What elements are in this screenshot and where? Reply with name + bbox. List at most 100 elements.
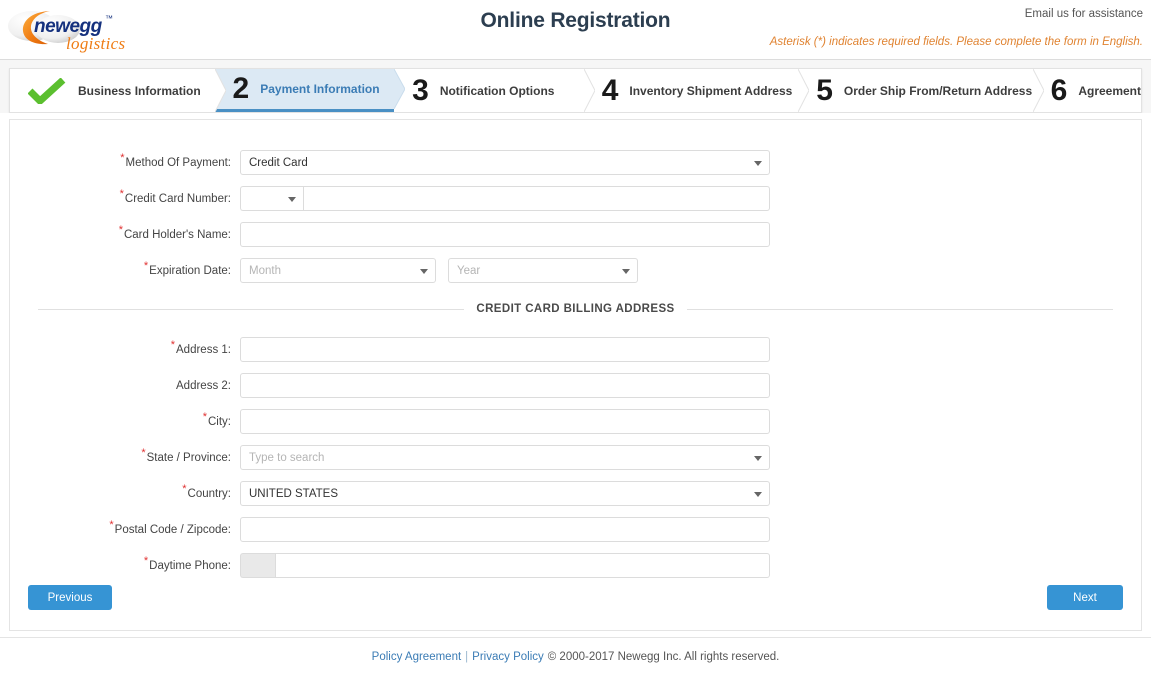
step-label-payment-information: Payment Information <box>260 82 380 96</box>
daytime-phone-group <box>240 553 770 578</box>
label-postal-code: *Postal Code / Zipcode: <box>10 519 240 536</box>
select-country[interactable]: UNITED STATES <box>240 481 770 506</box>
step-label-inventory-shipment-address: Inventory Shipment Address <box>629 83 793 98</box>
billing-address-section-title: CREDIT CARD BILLING ADDRESS <box>476 303 675 315</box>
label-text-method-of-payment: Method Of Payment: <box>125 156 231 169</box>
label-method-of-payment: *Method Of Payment: <box>10 152 240 169</box>
next-button[interactable]: Next <box>1047 585 1123 610</box>
label-address1: *Address 1: <box>10 339 240 356</box>
page-header: newegg ™ logistics Online Registration E… <box>0 0 1151 60</box>
label-credit-card-number: *Credit Card Number: <box>10 188 240 205</box>
step-number-3: 3 <box>412 73 429 107</box>
field-row-state-province: *State / Province: Type to search <box>10 445 1141 470</box>
field-row-method-of-payment: *Method Of Payment: Credit Card <box>10 150 1141 175</box>
step-label-business-information: Business Information <box>78 83 201 98</box>
step-business-information[interactable]: Business Information <box>10 69 226 112</box>
label-text-country: Country: <box>187 487 231 500</box>
placeholder-state-province: Type to search <box>249 451 325 464</box>
step-number-4: 4 <box>601 73 619 107</box>
field-row-credit-card-number: *Credit Card Number: <box>10 186 1141 211</box>
required-fields-note: Asterisk (*) indicates required fields. … <box>769 36 1143 48</box>
field-row-address1: *Address 1: <box>10 337 1141 362</box>
input-postal-code[interactable] <box>240 517 770 542</box>
chevron-down-icon <box>754 491 762 497</box>
page-title: Online Registration <box>480 9 671 32</box>
select-expiration-month[interactable]: Month <box>240 258 436 283</box>
input-card-holder-name[interactable] <box>240 222 770 247</box>
divider-line-right <box>686 308 1113 310</box>
input-address2[interactable] <box>240 373 770 398</box>
required-marker: * <box>143 259 149 272</box>
label-daytime-phone: *Daytime Phone: <box>10 555 240 572</box>
step-number-6: 6 <box>1050 73 1068 107</box>
label-city: *City: <box>10 411 240 428</box>
label-state-province: *State / Province: <box>10 447 240 464</box>
step-inventory-shipment-address[interactable]: 4 Inventory Shipment Address <box>583 69 810 112</box>
step-number-2: 2 <box>232 72 250 105</box>
select-credit-card-type[interactable] <box>240 186 303 211</box>
privacy-policy-link[interactable]: Privacy Policy <box>472 651 544 663</box>
stepper-container: Business Information 2 Payment Informati… <box>0 60 1151 113</box>
form-panel-container: *Method Of Payment: Credit Card *Credit … <box>0 113 1151 631</box>
input-daytime-phone[interactable] <box>275 553 770 578</box>
value-country: UNITED STATES <box>249 487 339 500</box>
label-text-address2: Address 2: <box>176 379 231 392</box>
select-method-of-payment[interactable]: Credit Card <box>240 150 770 175</box>
required-marker: * <box>170 338 176 351</box>
label-card-holder-name: *Card Holder's Name: <box>10 224 240 241</box>
value-method-of-payment: Credit Card <box>249 156 308 169</box>
label-expiration-date: *Expiration Date: <box>10 260 240 277</box>
input-address1[interactable] <box>240 337 770 362</box>
credit-card-number-group <box>240 186 770 211</box>
field-row-daytime-phone: *Daytime Phone: <box>10 553 1141 578</box>
label-text-postal-code: Postal Code / Zipcode: <box>114 523 231 536</box>
input-credit-card-number[interactable] <box>303 186 770 211</box>
svg-text:logistics: logistics <box>66 34 125 53</box>
field-row-country: *Country: UNITED STATES <box>10 481 1141 506</box>
email-assistance-link[interactable]: Email us for assistance <box>1025 8 1143 20</box>
required-marker: * <box>143 554 149 567</box>
required-marker: * <box>182 482 187 495</box>
chevron-down-icon <box>754 160 762 166</box>
previous-button[interactable]: Previous <box>28 585 112 610</box>
field-row-card-holder-name: *Card Holder's Name: <box>10 222 1141 247</box>
label-text-state-province: State / Province: <box>146 451 231 464</box>
label-text-credit-card-number: Credit Card Number: <box>124 192 231 205</box>
required-marker: * <box>141 446 146 459</box>
label-text-daytime-phone: Daytime Phone: <box>149 559 231 572</box>
registration-stepper: Business Information 2 Payment Informati… <box>9 68 1142 113</box>
daytime-phone-country-prefix[interactable] <box>240 553 275 578</box>
placeholder-expiration-month: Month <box>249 264 281 277</box>
payment-information-form: *Method Of Payment: Credit Card *Credit … <box>9 119 1142 631</box>
step-notification-options[interactable]: 3 Notification Options <box>394 69 595 112</box>
input-city[interactable] <box>240 409 770 434</box>
page-footer: Policy Agreement | Privacy Policy © 2000… <box>0 637 1151 675</box>
label-text-address1: Address 1: <box>176 343 231 356</box>
label-text-city: City: <box>208 415 231 428</box>
label-text-card-holder-name: Card Holder's Name: <box>123 228 231 241</box>
required-marker: * <box>119 187 124 200</box>
select-state-province[interactable]: Type to search <box>240 445 770 470</box>
step-label-agreement: Agreement <box>1078 83 1142 98</box>
label-text-expiration-date: Expiration Date: <box>149 264 231 277</box>
step-label-order-ship-from-return-address: Order Ship From/Return Address <box>843 83 1033 98</box>
policy-agreement-link[interactable]: Policy Agreement <box>372 651 462 663</box>
step-payment-information[interactable]: 2 Payment Information <box>214 69 406 112</box>
copyright-text: © 2000-2017 Newegg Inc. All rights reser… <box>547 650 780 663</box>
chevron-down-icon <box>288 196 296 202</box>
field-row-address2: Address 2: <box>10 373 1141 398</box>
step-number-5: 5 <box>816 73 833 107</box>
chevron-down-icon <box>622 268 630 274</box>
divider-line-left <box>38 308 465 310</box>
step-label-notification-options: Notification Options <box>439 83 555 98</box>
step-order-ship-from-return-address[interactable]: 5 Order Ship From/Return Address <box>798 69 1044 112</box>
required-marker: * <box>118 223 123 236</box>
select-expiration-year[interactable]: Year <box>448 258 638 283</box>
required-marker: * <box>120 151 125 164</box>
label-country: *Country: <box>10 483 240 500</box>
footer-separator: | <box>465 650 469 663</box>
field-row-city: *City: <box>10 409 1141 434</box>
field-row-expiration-date: *Expiration Date: Month Year <box>10 258 1141 283</box>
field-row-postal-code: *Postal Code / Zipcode: <box>10 517 1141 542</box>
step-agreement[interactable]: 6 Agreement <box>1032 69 1142 112</box>
